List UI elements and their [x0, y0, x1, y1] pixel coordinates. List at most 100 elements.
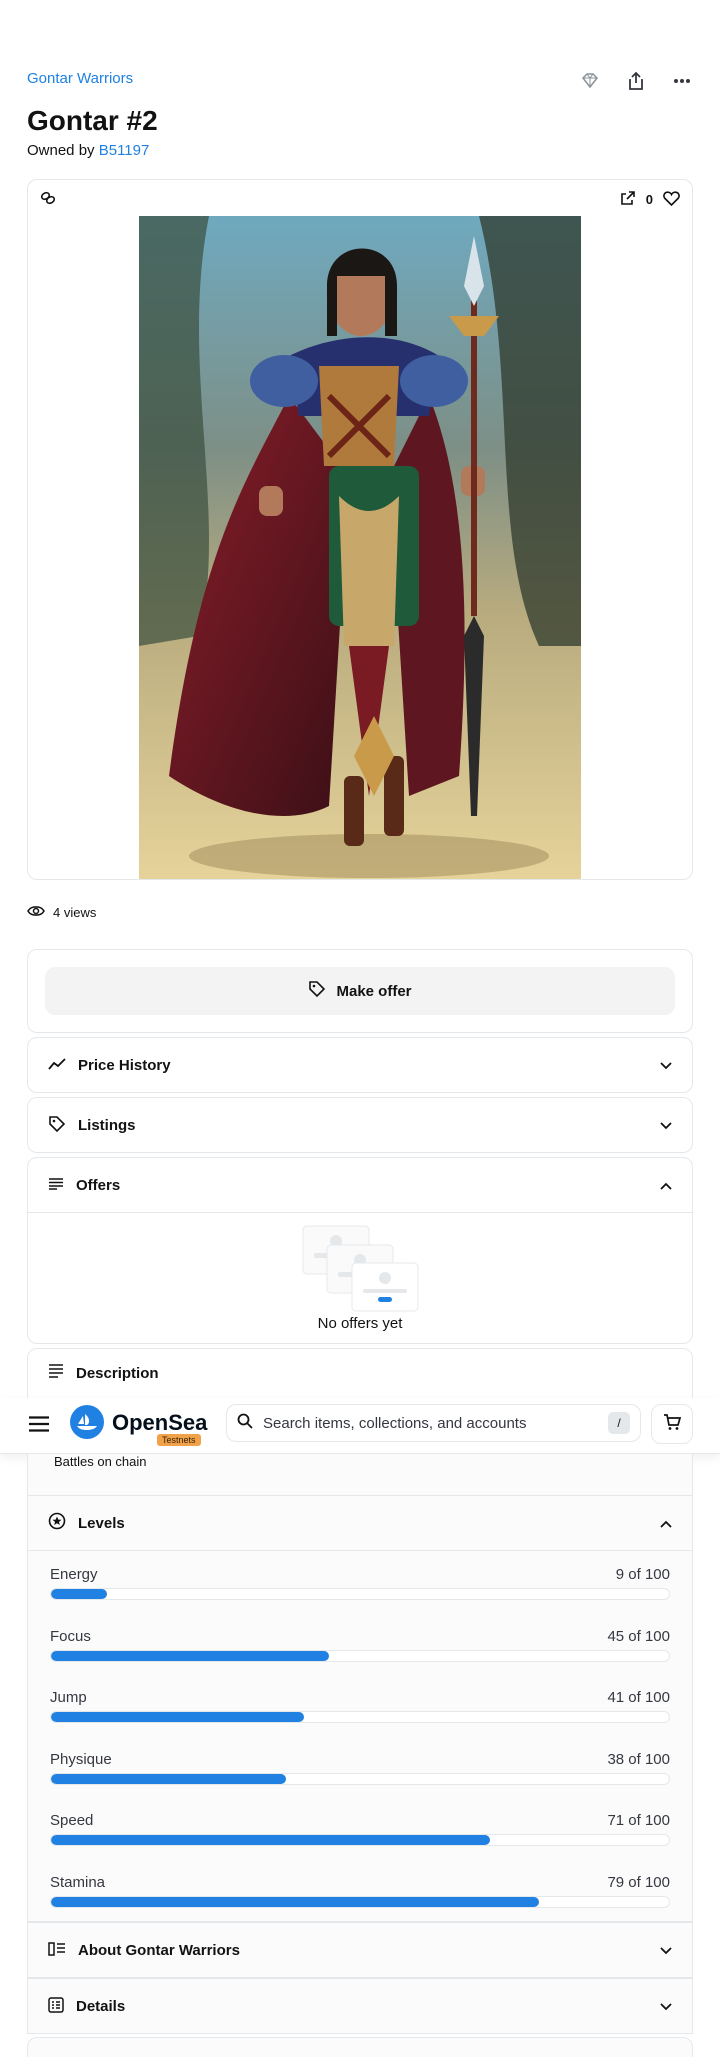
level-value: 9 of 100 — [615, 1566, 670, 1583]
level-name: Physique — [50, 1750, 112, 1768]
description-body: Battles on chain — [27, 1454, 693, 1495]
description-label: Description — [76, 1364, 159, 1382]
item-actions — [579, 70, 693, 92]
listings-toggle[interactable]: Listings — [28, 1098, 692, 1153]
chevron-up-icon — [660, 1515, 672, 1532]
more-icon[interactable] — [671, 70, 693, 92]
level-bar — [50, 1588, 670, 1600]
level-name: Stamina — [50, 1873, 106, 1891]
details-toggle[interactable]: Details — [28, 1979, 692, 2034]
description-section: Description — [27, 1348, 693, 1398]
level-energy: Energy 9 of 100 — [50, 1566, 670, 1628]
level-focus: Focus 45 of 100 — [50, 1628, 670, 1690]
level-name: Focus — [50, 1627, 91, 1645]
make-offer-button[interactable]: Make offer — [45, 967, 675, 1015]
chevron-down-icon — [660, 1998, 672, 2015]
list-icon — [48, 1177, 64, 1194]
list-icon — [48, 1941, 66, 1960]
top-navbar: OpenSea Testnets / — [0, 1398, 720, 1454]
share-icon[interactable] — [625, 70, 647, 92]
brand-name[interactable]: OpenSea — [112, 1410, 207, 1436]
about-section: About Gontar Warriors — [27, 1922, 693, 1978]
owned-by-label: Owned by — [27, 142, 95, 159]
levels-list: Energy 9 of 100 Focus 45 of 100 Jump 41 of … — [50, 1566, 670, 1936]
level-value: 41 of 100 — [607, 1689, 670, 1707]
chain-icon[interactable] — [40, 190, 56, 211]
level-name: Jump — [50, 1689, 87, 1707]
offers-section: Offers No offers yet — [27, 1157, 693, 1344]
level-bar-fill — [51, 1589, 107, 1599]
levels-label: Levels — [78, 1514, 125, 1532]
offers-toggle[interactable]: Offers — [28, 1158, 692, 1213]
levels-toggle[interactable]: Levels — [28, 1496, 692, 1551]
level-speed: Speed 71 of 100 — [50, 1812, 670, 1874]
level-physique: Physique 38 of 100 — [50, 1751, 670, 1813]
levels-section: Levels Energy 9 of 100 Focus 45 of 100 Jum… — [27, 1495, 693, 1922]
search-bar: / — [226, 1404, 641, 1442]
about-label: About Gontar Warriors — [78, 1942, 240, 1959]
chevron-down-icon — [660, 1057, 672, 1074]
level-value: 45 of 100 — [607, 1627, 670, 1645]
menu-icon[interactable] — [28, 1416, 50, 1437]
search-shortcut-key: / — [608, 1412, 630, 1434]
media-card: 0 — [27, 179, 693, 880]
level-bar-fill — [51, 1773, 286, 1784]
chevron-down-icon — [660, 1117, 672, 1134]
diamond-icon[interactable] — [579, 70, 601, 92]
listings-section: Listings — [27, 1097, 693, 1153]
level-bar — [50, 1649, 670, 1662]
level-bar — [50, 1711, 670, 1724]
description-text: Battles on chain — [54, 1454, 147, 1469]
like-count: 0 — [645, 192, 653, 207]
description-toggle[interactable]: Description — [28, 1349, 692, 1397]
level-bar-fill — [51, 1712, 305, 1723]
collection-link[interactable]: Gontar Warriors — [27, 70, 133, 87]
chevron-down-icon — [660, 1942, 672, 1959]
offers-label: Offers — [76, 1176, 121, 1194]
tag-icon — [308, 980, 326, 1002]
level-bar — [50, 1772, 670, 1785]
about-toggle[interactable]: About Gontar Warriors — [28, 1923, 692, 1978]
price-history-label: Price History — [78, 1057, 171, 1074]
grid-icon — [48, 1996, 64, 2017]
media-controls: 0 — [620, 190, 680, 209]
tag-icon — [48, 1115, 66, 1137]
media-header: 0 — [28, 180, 692, 218]
views-count: 4 views — [27, 905, 96, 920]
cart-icon — [663, 1413, 682, 1436]
price-history-section: Price History — [27, 1037, 693, 1093]
details-label: Details — [76, 1998, 126, 2015]
offer-panel: Make offer — [27, 949, 693, 1033]
owner-line: Owned by B51197 — [27, 142, 149, 159]
opensea-logo[interactable] — [70, 1405, 104, 1439]
level-jump: Jump 41 of 100 — [50, 1689, 670, 1751]
level-bar-fill — [51, 1835, 490, 1846]
no-offers-text: No offers yet — [317, 1315, 403, 1332]
level-name: Energy — [50, 1566, 98, 1583]
level-bar-fill — [51, 1896, 540, 1907]
external-link-icon[interactable] — [620, 190, 636, 209]
star-icon — [48, 1512, 66, 1534]
item-header: Gontar Warriors — [27, 70, 693, 90]
cart-button[interactable] — [651, 1404, 693, 1444]
next-section-edge — [27, 2037, 693, 2057]
make-offer-label: Make offer — [336, 982, 412, 1000]
book-icon — [48, 1364, 64, 1382]
level-bar — [50, 1895, 670, 1908]
empty-offers-illustration — [302, 1225, 422, 1318]
trend-icon — [48, 1057, 66, 1075]
owner-link[interactable]: B51197 — [99, 142, 150, 159]
level-bar-fill — [51, 1650, 330, 1661]
price-history-toggle[interactable]: Price History — [28, 1038, 692, 1093]
level-name: Speed — [50, 1812, 94, 1830]
search-input[interactable] — [263, 1414, 598, 1432]
level-value: 71 of 100 — [607, 1812, 670, 1830]
level-value: 79 of 100 — [607, 1873, 670, 1891]
nft-artwork[interactable] — [139, 216, 581, 879]
item-title: Gontar #2 — [27, 105, 158, 136]
listings-label: Listings — [78, 1117, 136, 1134]
level-bar — [50, 1834, 670, 1847]
search-icon — [237, 1413, 253, 1434]
heart-icon[interactable] — [663, 190, 680, 209]
level-value: 38 of 100 — [607, 1750, 670, 1768]
